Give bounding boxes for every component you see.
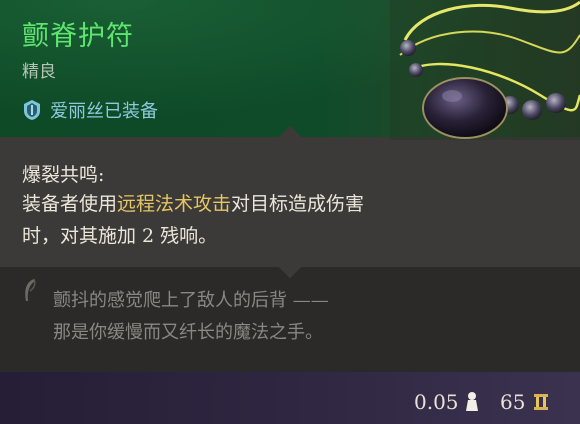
quill-icon bbox=[25, 278, 36, 301]
amulet-art bbox=[390, 0, 580, 140]
weight-icon bbox=[466, 392, 478, 411]
equipped-label: 爱丽丝已装备 bbox=[50, 101, 158, 122]
coin-icon bbox=[534, 394, 548, 410]
item-price: 65 bbox=[500, 390, 526, 414]
flavor-line-1: 颤抖的感觉爬上了敌人的后背 —— bbox=[53, 290, 329, 311]
passive-highlight: 远程法术攻击 bbox=[117, 193, 232, 215]
tooltip-footer bbox=[0, 372, 580, 424]
passive-description: 装备者使用远程法术攻击对目标造成伤害时，对其施加 2 残响。 bbox=[22, 188, 402, 252]
flavor-text: 颤抖的感觉爬上了敌人的后背 —— 那是你缓慢而又纤长的魔法之手。 bbox=[53, 285, 413, 349]
helm-icon bbox=[24, 100, 40, 120]
item-tooltip: 颤脊护符 精良 爱丽丝已装备 爆裂共鸣: 装备者使用远程法术攻击对目标造成伤害时… bbox=[0, 0, 580, 424]
passive-title: 爆裂共鸣: bbox=[22, 164, 105, 186]
passive-text-1: 装备者使用 bbox=[22, 193, 118, 215]
item-rarity: 精良 bbox=[22, 62, 56, 82]
item-weight: 0.05 bbox=[414, 390, 459, 414]
flavor-line-2: 那是你缓慢而又纤长的魔法之手。 bbox=[53, 322, 323, 343]
equipped-status: 爱丽丝已装备 bbox=[22, 97, 158, 123]
item-name: 颤脊护符 bbox=[22, 21, 134, 52]
